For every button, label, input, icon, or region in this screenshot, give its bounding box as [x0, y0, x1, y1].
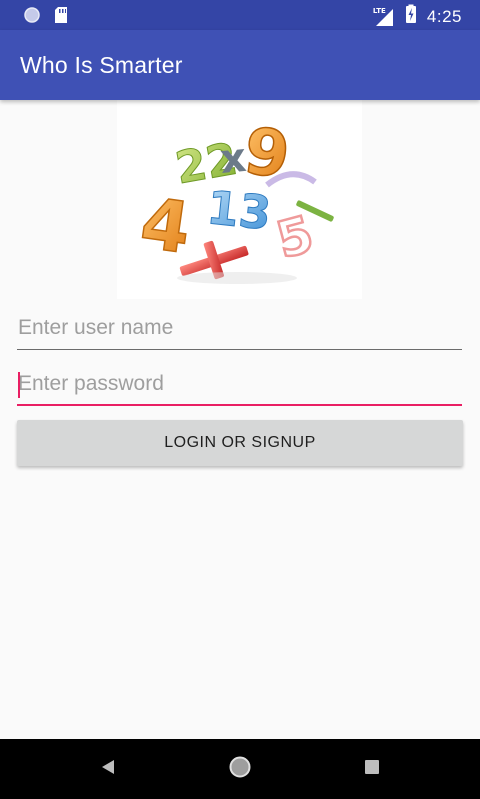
- status-time: 4:25: [426, 6, 462, 26]
- circle-notification-icon: [24, 7, 40, 28]
- battery-charging-icon: [405, 4, 417, 29]
- password-input[interactable]: [17, 362, 462, 406]
- lte-signal-icon: LTE: [373, 7, 395, 27]
- sd-card-icon: [54, 6, 68, 29]
- username-field[interactable]: [17, 306, 462, 350]
- status-bar-right: LTE 4:25: [373, 4, 462, 29]
- app-bar: Who Is Smarter: [0, 30, 480, 100]
- home-icon: [228, 755, 252, 784]
- numbers-logo-image: 5 22 x 9 13 4: [135, 114, 334, 284]
- login-or-signup-button[interactable]: LOGIN OR SIGNUP: [17, 420, 463, 466]
- text-cursor: [18, 372, 20, 398]
- password-underline: [17, 404, 462, 406]
- app-title: Who Is Smarter: [20, 52, 183, 78]
- status-bar-left: [24, 6, 68, 29]
- svg-text:13: 13: [204, 180, 273, 240]
- nav-back-button[interactable]: [68, 739, 148, 799]
- lte-label: LTE: [372, 6, 386, 15]
- svg-text:4: 4: [136, 182, 196, 270]
- username-underline: [17, 349, 462, 350]
- status-bar: LTE 4:25: [0, 0, 480, 30]
- recents-icon: [363, 758, 381, 781]
- nav-recents-button[interactable]: [332, 739, 412, 799]
- password-field[interactable]: [17, 362, 462, 406]
- svg-text:5: 5: [271, 205, 320, 270]
- username-input[interactable]: [17, 306, 462, 350]
- svg-text:9: 9: [240, 114, 294, 193]
- navigation-bar: [0, 739, 480, 799]
- app-logo: 5 22 x 9 13 4: [117, 100, 362, 299]
- back-icon: [99, 758, 117, 781]
- nav-home-button[interactable]: [200, 739, 280, 799]
